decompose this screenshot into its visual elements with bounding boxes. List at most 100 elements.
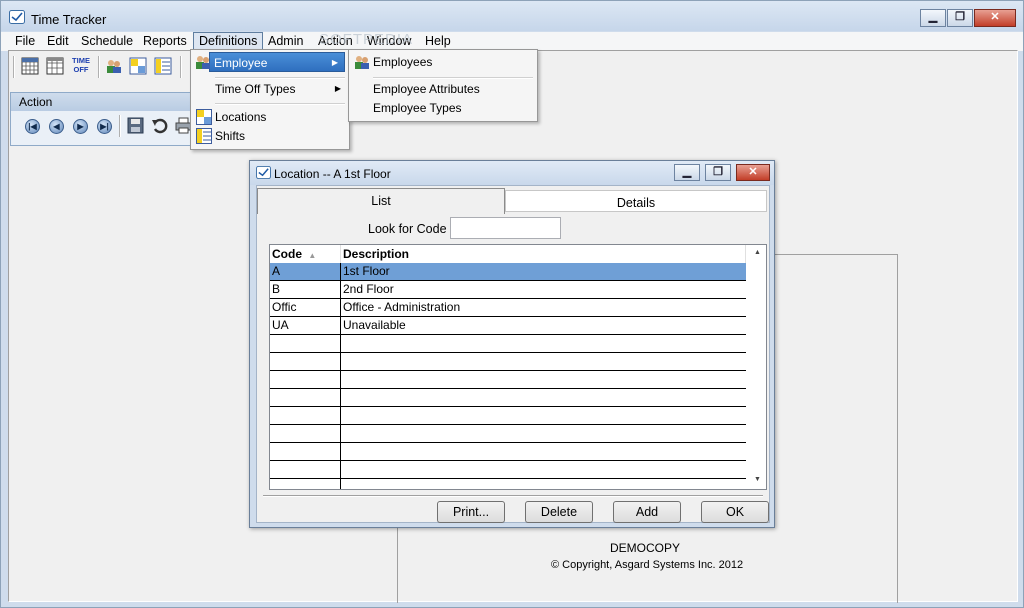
- code-cell: [270, 425, 341, 442]
- locations-table: Code ▲ Description A 1st Floor B 2nd Floor O…: [269, 244, 767, 490]
- menu-item-employee[interactable]: Employee ▶: [209, 52, 345, 72]
- submenu-item-employees[interactable]: Employees: [351, 52, 535, 72]
- restore-icon: ❐: [713, 166, 723, 178]
- title-bar[interactable]: Time Tracker ▁ ❐ ✕: [1, 1, 1023, 31]
- menu-item-locations-label: Locations: [215, 110, 267, 124]
- table-row[interactable]: UA Unavailable: [270, 317, 746, 335]
- scroll-up-icon[interactable]: ▲: [749, 245, 766, 260]
- submenu-arrow-icon: ▶: [331, 58, 338, 67]
- time-off-line1: TIME: [72, 56, 90, 65]
- action-separator: [119, 115, 121, 137]
- empty-table-row[interactable]: [270, 479, 746, 489]
- vertical-scrollbar[interactable]: ▲ ▼: [749, 245, 766, 487]
- dialog-close-button[interactable]: ✕: [736, 164, 770, 181]
- tab-details-label: Details: [616, 196, 656, 210]
- previous-record-button[interactable]: ◀: [49, 119, 64, 134]
- description-cell: [341, 479, 746, 489]
- next-record-button[interactable]: ▶: [73, 119, 88, 134]
- undo-icon[interactable]: [151, 117, 168, 134]
- save-icon[interactable]: [127, 117, 144, 134]
- last-record-button[interactable]: ▶|: [97, 119, 112, 134]
- menu-reports[interactable]: Reports: [138, 33, 192, 50]
- last-icon: ▶|: [100, 122, 109, 131]
- dialog-title-bar[interactable]: Location -- A 1st Floor ▁ ❐ ✕: [250, 161, 774, 185]
- time-off-icon[interactable]: TIME OFF: [70, 56, 92, 76]
- print-button[interactable]: Print...: [437, 501, 505, 523]
- description-cell: [341, 461, 746, 478]
- app-clock-icon: [9, 10, 25, 24]
- code-cell: A: [270, 263, 341, 280]
- description-cell: 1st Floor: [341, 263, 746, 280]
- submenu-arrow-icon: ▶: [334, 84, 341, 93]
- table-row[interactable]: A 1st Floor: [270, 263, 746, 281]
- dialog-maximize-button[interactable]: ❐: [705, 164, 731, 181]
- minimize-button[interactable]: ▁: [920, 9, 946, 27]
- submenu-item-employee-types-label: Employee Types: [373, 101, 462, 115]
- calendar-grid-icon[interactable]: [46, 57, 64, 75]
- location-dialog: Location -- A 1st Floor ▁ ❐ ✕ List Detai…: [249, 160, 775, 528]
- delete-button[interactable]: Delete: [525, 501, 593, 523]
- toolbar: TIME OFF: [10, 53, 190, 83]
- menu-item-employee-label: Employee: [214, 56, 268, 70]
- locations-icon[interactable]: [129, 57, 147, 75]
- column-header-description-label: Description: [343, 247, 410, 261]
- submenu-item-employee-types[interactable]: Employee Types: [351, 98, 535, 118]
- close-icon: ✕: [748, 166, 758, 178]
- next-icon: ▶: [77, 122, 84, 131]
- employees-icon[interactable]: [105, 57, 123, 75]
- menu-admin[interactable]: Admin: [263, 33, 308, 50]
- description-cell: Office - Administration: [343, 300, 461, 314]
- code-cell: [270, 353, 341, 370]
- first-record-button[interactable]: |◀: [25, 119, 40, 134]
- empty-table-row[interactable]: [270, 425, 746, 443]
- scroll-down-icon[interactable]: ▼: [749, 472, 766, 487]
- submenu-item-employee-attributes[interactable]: Employee Attributes: [351, 79, 535, 99]
- maximize-button[interactable]: ❐: [947, 9, 973, 27]
- column-header-code[interactable]: Code ▲: [270, 245, 341, 263]
- toolbar-separator: [180, 56, 182, 78]
- schedule-grid-icon[interactable]: [21, 57, 39, 75]
- description-cell: [341, 335, 746, 352]
- look-for-code-input[interactable]: [450, 217, 561, 239]
- code-cell: [270, 371, 341, 388]
- description-cell: Unavailable: [343, 318, 406, 332]
- menu-edit[interactable]: Edit: [42, 33, 74, 50]
- close-button[interactable]: ✕: [974, 9, 1016, 27]
- previous-icon: ◀: [53, 122, 60, 131]
- menu-schedule[interactable]: Schedule: [76, 33, 138, 50]
- toolbar-grip: [13, 56, 15, 78]
- look-for-code-label: Look for Code: [368, 222, 447, 236]
- table-row[interactable]: B 2nd Floor: [270, 281, 746, 299]
- menu-help[interactable]: Help: [420, 33, 456, 50]
- column-header-description[interactable]: Description: [341, 245, 746, 263]
- description-cell: [341, 443, 746, 460]
- empty-table-row[interactable]: [270, 443, 746, 461]
- definitions-menu: Employee ▶ Time Off Types ▶ Locations Sh…: [190, 49, 350, 150]
- empty-table-row[interactable]: [270, 407, 746, 425]
- copyright-text: © Copyright, Asgard Systems Inc. 2012: [551, 559, 744, 571]
- empty-table-row[interactable]: [270, 389, 746, 407]
- window-controls: ▁ ❐ ✕: [919, 9, 1016, 27]
- empty-table-row[interactable]: [270, 353, 746, 371]
- empty-table-row[interactable]: [270, 371, 746, 389]
- dialog-minimize-button[interactable]: ▁: [674, 164, 700, 181]
- menu-item-shifts[interactable]: Shifts: [193, 126, 347, 146]
- action-panel: Action |◀ ◀ ▶ ▶|: [10, 92, 195, 146]
- ok-button[interactable]: OK: [701, 501, 769, 523]
- tab-details[interactable]: Details: [505, 190, 767, 212]
- empty-table-row[interactable]: [270, 461, 746, 479]
- description-cell: [341, 371, 746, 388]
- table-row[interactable]: Offic Office - Administration: [270, 299, 746, 317]
- tab-list[interactable]: List: [257, 188, 505, 214]
- column-header-code-label: Code: [272, 247, 302, 261]
- action-panel-title: Action: [11, 93, 194, 111]
- add-button[interactable]: Add: [613, 501, 681, 523]
- shifts-icon[interactable]: [154, 57, 172, 75]
- code-cell: [270, 479, 341, 489]
- empty-table-row[interactable]: [270, 335, 746, 353]
- code-cell: Offic: [270, 299, 341, 316]
- menu-item-time-off-types[interactable]: Time Off Types ▶: [193, 79, 347, 99]
- menu-file[interactable]: File: [10, 33, 40, 50]
- menu-item-locations[interactable]: Locations: [193, 107, 347, 127]
- employees-icon: [355, 56, 369, 69]
